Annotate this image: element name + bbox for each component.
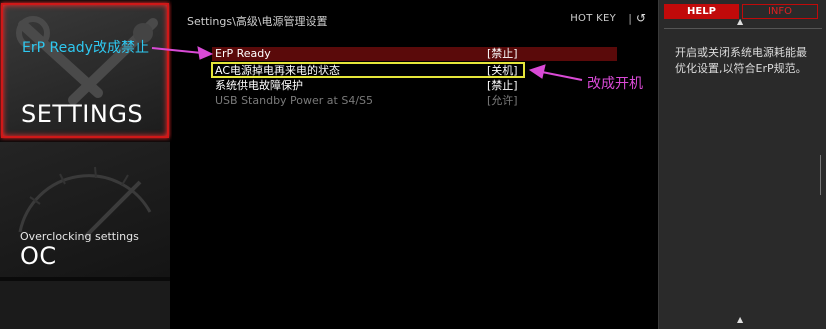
tab-info[interactable]: INFO <box>742 4 818 19</box>
arrow-right-line <box>541 71 583 81</box>
chevron-up-icon: ▲ <box>737 17 744 26</box>
scroll-handle[interactable] <box>820 155 826 195</box>
help-description: 开启或关闭系统电源耗能最优化设置,以符合ErP规范。 <box>675 46 807 75</box>
arrow-left-head-icon <box>197 46 214 60</box>
arrow-left-line <box>151 47 203 54</box>
chevron-down-icon: ▲ <box>737 315 744 324</box>
help-panel: HELP INFO ▲ 开启或关闭系统电源耗能最优化设置,以符合ErP规范。 ▲ <box>658 0 826 329</box>
tab-help[interactable]: HELP <box>664 4 739 19</box>
arrow-right-head-icon <box>528 64 546 79</box>
divider <box>664 28 822 29</box>
